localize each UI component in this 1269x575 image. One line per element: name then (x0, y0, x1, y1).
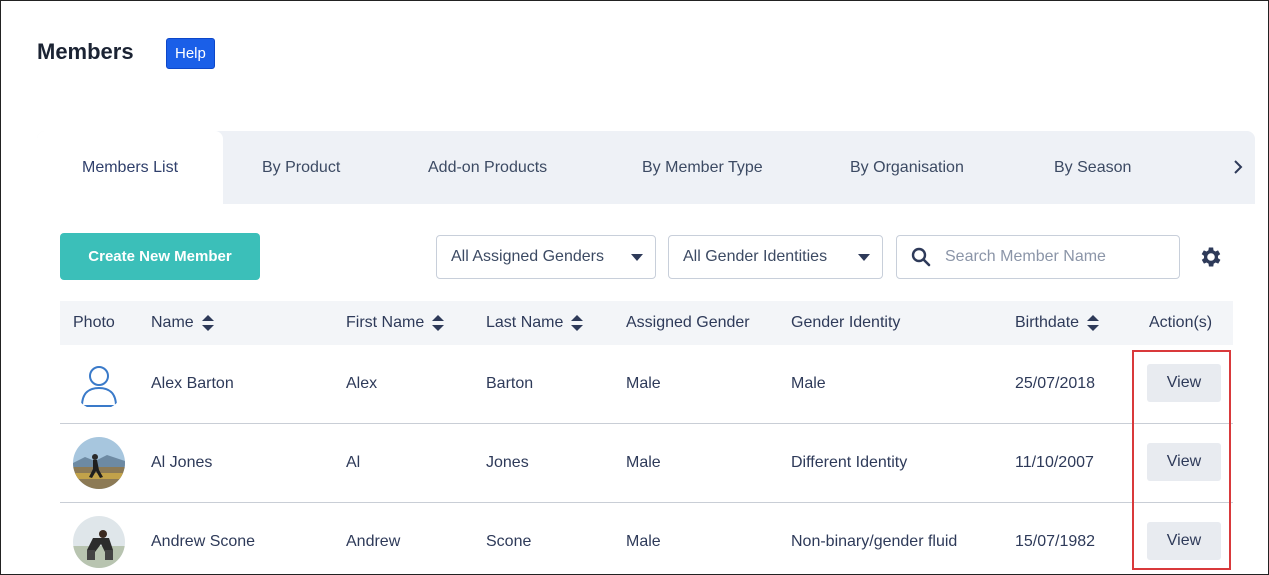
tab-add-on-products[interactable]: Add-on Products (428, 131, 547, 205)
cell-first-name: Andrew (346, 533, 401, 550)
table-row: Al Jones Al Jones Male Different Identit… (60, 423, 1233, 503)
column-birthdate[interactable]: Birthdate (1015, 301, 1100, 345)
column-first-name-label: First Name (346, 314, 425, 331)
chevron-down-icon (858, 254, 870, 261)
assigned-gender-select[interactable]: All Assigned Genders (436, 235, 656, 279)
column-name-label: Name (151, 314, 194, 331)
default-user-icon (73, 358, 125, 410)
tab-bar: Members List By Product Add-on Products … (37, 131, 1255, 205)
cell-birthdate: 25/07/2018 (1015, 375, 1096, 392)
cell-first-name: Al (346, 454, 361, 471)
column-photo: Photo (73, 314, 115, 331)
cell-assigned-gender: Male (626, 454, 661, 471)
tab-by-organisation[interactable]: By Organisation (850, 131, 964, 205)
tab-members-list[interactable]: Members List (37, 131, 223, 205)
page-title: Members (37, 39, 134, 64)
tab-by-season[interactable]: By Season (1054, 131, 1131, 205)
runner-photo (73, 437, 125, 489)
cell-name: Alex Barton (151, 375, 234, 392)
cell-gender-identity: Male (791, 375, 826, 392)
cell-last-name: Barton (486, 375, 534, 392)
help-button[interactable]: Help (166, 38, 215, 69)
create-new-member-button[interactable]: Create New Member (60, 233, 260, 280)
actions-highlight-box (1132, 350, 1231, 570)
app-frame: Members Help Members List By Product Add… (0, 0, 1269, 575)
gear-icon[interactable] (1198, 244, 1224, 270)
search-placeholder: Search Member Name (945, 248, 1106, 265)
cell-gender-identity: Different Identity (791, 454, 908, 471)
column-birthdate-label: Birthdate (1015, 314, 1080, 331)
cell-birthdate: 11/10/2007 (1015, 454, 1094, 471)
cell-birthdate: 15/07/1982 (1015, 533, 1096, 550)
sprinter-photo (73, 516, 125, 568)
column-name[interactable]: Name (151, 301, 214, 345)
cell-last-name: Jones (486, 454, 529, 471)
cell-gender-identity: Non-binary/gender fluid (791, 533, 958, 550)
cell-first-name: Alex (346, 375, 378, 392)
cell-assigned-gender: Male (626, 533, 661, 550)
column-last-name[interactable]: Last Name (486, 301, 584, 345)
tab-by-product[interactable]: By Product (262, 131, 340, 205)
column-last-name-label: Last Name (486, 314, 564, 331)
search-member-input[interactable]: Search Member Name (896, 235, 1180, 279)
chevron-down-icon (631, 254, 643, 261)
table-row: Andrew Scone Andrew Scone Male Non-binar… (60, 502, 1233, 574)
cell-assigned-gender: Male (626, 375, 661, 392)
cell-name: Al Jones (151, 454, 213, 471)
search-icon (911, 247, 931, 267)
assigned-gender-select-value: All Assigned Genders (451, 248, 604, 265)
tab-by-member-type[interactable]: By Member Type (642, 131, 763, 205)
gender-identity-select-value: All Gender Identities (683, 248, 828, 265)
chevron-right-icon[interactable] (1233, 131, 1243, 205)
cell-last-name: Scone (486, 533, 532, 550)
column-actions: Action(s) (1149, 314, 1213, 331)
column-assigned-gender: Assigned Gender (626, 314, 750, 331)
sort-icon (571, 314, 584, 331)
column-first-name[interactable]: First Name (346, 301, 445, 345)
sort-icon (432, 314, 445, 331)
sort-icon (1087, 314, 1100, 331)
cell-name: Andrew Scone (151, 533, 256, 550)
table-row: Alex Barton Alex Barton Male Male 25/07/… (60, 344, 1233, 424)
gender-identity-select[interactable]: All Gender Identities (668, 235, 883, 279)
table-header: Photo Name First Name Last Name Assigned… (60, 301, 1233, 345)
sort-icon (201, 314, 214, 331)
column-gender-identity: Gender Identity (791, 314, 901, 331)
